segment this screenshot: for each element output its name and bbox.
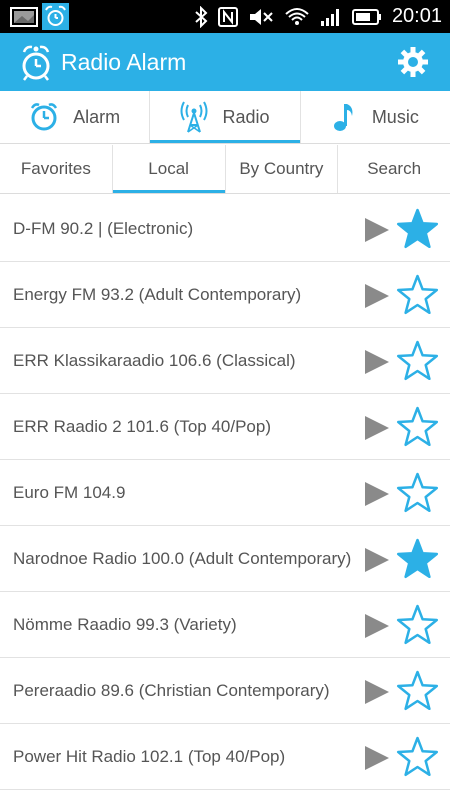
battery-icon xyxy=(351,8,382,25)
gear-icon[interactable] xyxy=(397,46,429,78)
list-item[interactable]: Narodnoe Radio 100.0 (Adult Contemporary… xyxy=(0,526,450,592)
star-outline-icon[interactable] xyxy=(396,340,439,383)
app-title: Radio Alarm xyxy=(61,49,187,75)
star-filled-icon[interactable] xyxy=(396,538,439,581)
station-name: Energy FM 93.2 (Adult Contemporary) xyxy=(13,284,302,304)
play-icon[interactable] xyxy=(363,612,391,640)
status-bar: 20:01 xyxy=(0,0,450,33)
status-clock: 20:01 xyxy=(391,5,442,27)
list-item[interactable]: Pereraadio 89.6 (Christian Contemporary) xyxy=(0,658,450,724)
star-outline-icon[interactable] xyxy=(396,472,439,515)
station-name: Nömme Raadio 99.3 (Variety) xyxy=(13,614,237,634)
bluetooth-icon xyxy=(194,5,208,28)
station-name: D-FM 90.2 | (Electronic) xyxy=(13,218,194,238)
list-item[interactable]: Euro FM 104.9 xyxy=(0,460,450,526)
station-list: D-FM 90.2 | (Electronic) Energy FM 93.2 (… xyxy=(0,196,450,800)
tab-music-label: Music xyxy=(371,106,419,127)
station-name: Euro FM 104.9 xyxy=(13,482,126,502)
main-tabs: Alarm Radio Music xyxy=(0,91,450,144)
star-outline-icon[interactable] xyxy=(396,736,439,779)
status-bar-notifications xyxy=(10,3,69,30)
list-item[interactable]: Power Hit Radio 102.1 (Top 40/Pop) xyxy=(0,724,450,790)
play-icon[interactable] xyxy=(363,348,391,376)
mute-icon xyxy=(248,7,274,27)
play-icon[interactable] xyxy=(363,678,391,706)
star-filled-icon[interactable] xyxy=(396,208,439,251)
list-item[interactable]: Energy FM 93.2 (Adult Contemporary) xyxy=(0,262,450,328)
station-name: Narodnoe Radio 100.0 (Adult Contemporary… xyxy=(13,548,352,568)
play-icon[interactable] xyxy=(363,546,391,574)
signal-icon xyxy=(320,7,342,27)
star-outline-icon[interactable] xyxy=(396,604,439,647)
star-outline-icon[interactable] xyxy=(396,406,439,449)
status-bar-system: 20:01 xyxy=(194,0,442,33)
tab-music[interactable]: Music xyxy=(301,91,450,143)
list-item[interactable]: ERR Raadio 2 101.6 (Top 40/Pop) xyxy=(0,394,450,460)
play-icon[interactable] xyxy=(363,216,391,244)
tab-alarm-label: Alarm xyxy=(73,106,121,127)
app-bar: Radio Alarm xyxy=(0,33,450,91)
subtab-favorites[interactable]: Favorites xyxy=(0,145,113,193)
gallery-icon xyxy=(10,6,38,28)
station-name: ERR Klassikaraadio 106.6 (Classical) xyxy=(13,350,296,370)
alarm-clock-icon xyxy=(31,103,58,131)
star-outline-icon[interactable] xyxy=(396,670,439,713)
sub-tabs: Favorites Local By Country Search xyxy=(0,145,450,194)
list-item[interactable]: Nömme Raadio 99.3 (Variety) xyxy=(0,592,450,658)
subtab-by-country[interactable]: By Country xyxy=(226,145,339,193)
play-icon[interactable] xyxy=(363,282,391,310)
subtab-search[interactable]: Search xyxy=(338,145,450,193)
play-icon[interactable] xyxy=(363,744,391,772)
play-icon[interactable] xyxy=(363,480,391,508)
play-icon[interactable] xyxy=(363,414,391,442)
station-name: ERR Raadio 2 101.6 (Top 40/Pop) xyxy=(13,416,271,436)
radio-alarm-logo-icon xyxy=(22,45,50,81)
radio-alarm-notification-icon xyxy=(42,3,69,30)
star-outline-icon[interactable] xyxy=(396,274,439,317)
tab-alarm[interactable]: Alarm xyxy=(0,91,151,143)
subtab-local[interactable]: Local xyxy=(112,145,226,193)
radio-tower-icon xyxy=(180,101,208,133)
tab-radio-label: Radio xyxy=(222,106,270,127)
list-item[interactable]: ERR Klassikaraadio 106.6 (Classical) xyxy=(0,328,450,394)
wifi-icon xyxy=(284,6,310,28)
list-item[interactable]: D-FM 90.2 | (Electronic) xyxy=(0,196,450,262)
tab-radio[interactable]: Radio xyxy=(150,91,301,143)
station-name: Pereraadio 89.6 (Christian Contemporary) xyxy=(13,680,330,700)
music-note-icon xyxy=(333,104,353,131)
station-name: Power Hit Radio 102.1 (Top 40/Pop) xyxy=(13,746,286,766)
nfc-icon xyxy=(217,6,238,27)
